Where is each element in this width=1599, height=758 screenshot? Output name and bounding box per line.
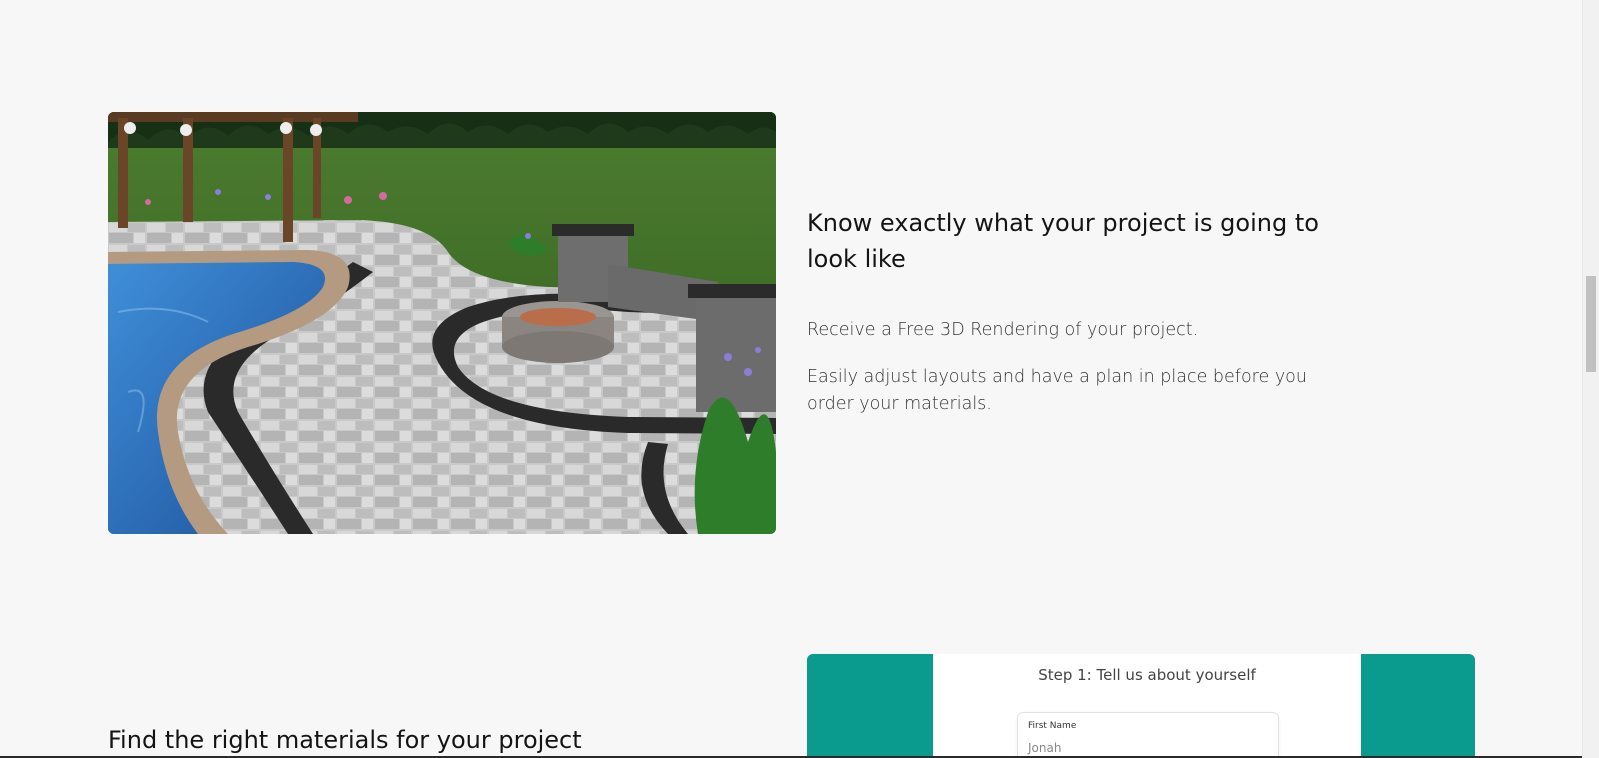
scrollbar-thumb[interactable] [1586, 276, 1596, 372]
form-preview-image: Step 1: Tell us about yourself First Nam… [807, 654, 1475, 758]
first-name-value: Jonah [1028, 741, 1062, 755]
first-name-field: First Name Jonah [1017, 712, 1279, 758]
form-card: Step 1: Tell us about yourself First Nam… [933, 654, 1361, 758]
rendering-paragraph-2: Easily adjust layouts and have a plan in… [807, 367, 1307, 414]
page: Know exactly what your project is going … [0, 0, 1582, 758]
rendering-heading: Know exactly what your project is going … [807, 209, 1319, 273]
materials-heading: Find the right materials for your projec… [108, 726, 582, 754]
rendering-text-block: Know exactly what your project is going … [807, 205, 1347, 418]
form-step-title: Step 1: Tell us about yourself [1038, 666, 1256, 684]
rendering-paragraph-1: Receive a Free 3D Rendering of your proj… [807, 320, 1199, 340]
vertical-scrollbar[interactable] [1582, 0, 1599, 758]
first-name-label: First Name [1028, 721, 1077, 731]
rendering-image [108, 112, 776, 534]
